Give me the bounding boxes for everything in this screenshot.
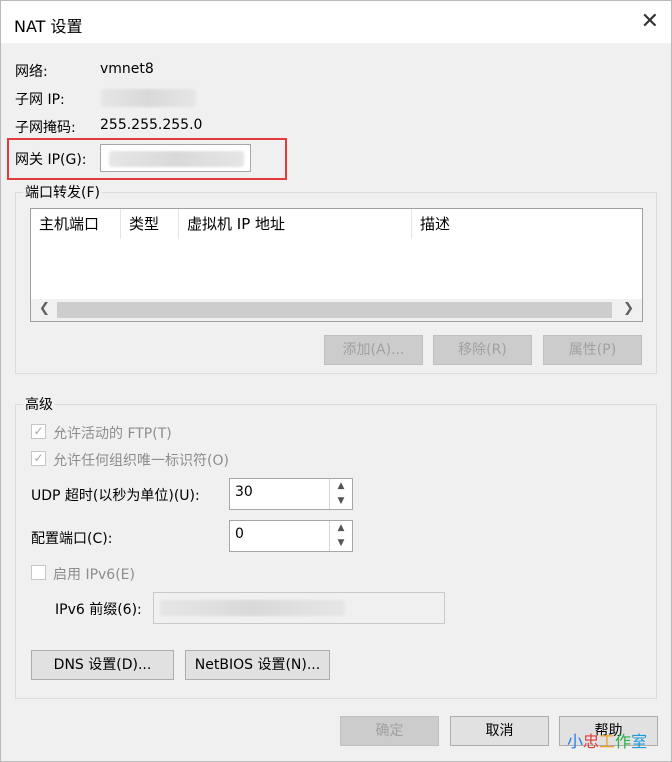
spin-up-icon[interactable]: ▲ bbox=[330, 479, 352, 494]
gateway-label: 网关 IP(G): bbox=[15, 152, 87, 168]
watermark-char: 作 bbox=[615, 734, 632, 751]
ipv6-prefix-input[interactable] bbox=[153, 592, 445, 624]
column-header-type[interactable]: 类型 bbox=[121, 209, 179, 239]
allow-ftp-checkbox[interactable]: ✓ bbox=[31, 424, 46, 439]
column-header-host-port[interactable]: 主机端口 bbox=[31, 209, 121, 239]
nat-settings-dialog: NAT 设置 ✕ 网络: vmnet8 子网 IP: 子网掩码: 255.255… bbox=[0, 0, 672, 762]
port-forwarding-table[interactable]: 主机端口 类型 虚拟机 IP 地址 描述 ❮ ❯ bbox=[30, 208, 643, 322]
udp-timeout-value[interactable]: 30 bbox=[235, 484, 253, 500]
column-header-vm-ip[interactable]: 虚拟机 IP 地址 bbox=[179, 209, 412, 239]
allow-ftp-label: 允许活动的 FTP(T) bbox=[53, 426, 172, 442]
allow-uuid-checkbox[interactable]: ✓ bbox=[31, 451, 46, 466]
ipv6-prefix-label: IPv6 前缀(6): bbox=[55, 602, 142, 618]
watermark-char: 忠 bbox=[583, 734, 600, 751]
subnet-ip-value-redacted bbox=[101, 89, 196, 107]
config-port-label: 配置端口(C): bbox=[31, 531, 113, 547]
spin-down-icon[interactable]: ▼ bbox=[330, 494, 352, 509]
netbios-settings-button[interactable]: NetBIOS 设置(N)... bbox=[185, 650, 330, 680]
title-bar: NAT 设置 ✕ bbox=[1, 1, 671, 43]
network-label: 网络: bbox=[15, 64, 48, 80]
dns-settings-button[interactable]: DNS 设置(D)... bbox=[31, 650, 174, 680]
ipv6-prefix-value-redacted bbox=[160, 600, 345, 616]
subnet-mask-label: 子网掩码: bbox=[15, 120, 76, 136]
enable-ipv6-checkbox[interactable] bbox=[31, 565, 46, 580]
advanced-title: 高级 bbox=[23, 394, 55, 414]
watermark-char: 室 bbox=[631, 734, 648, 751]
network-value: vmnet8 bbox=[100, 61, 154, 77]
close-icon[interactable]: ✕ bbox=[641, 9, 659, 34]
remove-button[interactable]: 移除(R) bbox=[433, 335, 532, 365]
horizontal-scrollbar[interactable]: ❮ ❯ bbox=[31, 299, 642, 321]
udp-timeout-spin-buttons: ▲ ▼ bbox=[329, 479, 352, 509]
scrollbar-thumb[interactable] bbox=[57, 302, 612, 318]
config-port-spin-buttons: ▲ ▼ bbox=[329, 521, 352, 551]
gateway-ip-value-redacted bbox=[109, 151, 244, 167]
window-title: NAT 设置 bbox=[14, 17, 83, 36]
watermark-char: 工 bbox=[599, 734, 616, 751]
udp-timeout-label: UDP 超时(以秒为单位)(U): bbox=[31, 488, 200, 504]
add-button[interactable]: 添加(A)... bbox=[324, 335, 423, 365]
subnet-ip-label: 子网 IP: bbox=[15, 92, 65, 108]
config-port-spinner[interactable]: 0 ▲ ▼ bbox=[229, 520, 353, 552]
config-port-value[interactable]: 0 bbox=[235, 526, 244, 542]
cancel-button[interactable]: 取消 bbox=[450, 716, 549, 746]
properties-button[interactable]: 属性(P) bbox=[543, 335, 642, 365]
ok-button[interactable]: 确定 bbox=[340, 716, 439, 746]
scroll-right-icon[interactable]: ❯ bbox=[623, 301, 634, 316]
watermark-char: 小 bbox=[567, 734, 584, 751]
udp-timeout-spinner[interactable]: 30 ▲ ▼ bbox=[229, 478, 353, 510]
spin-up-icon[interactable]: ▲ bbox=[330, 521, 352, 536]
subnet-mask-value: 255.255.255.0 bbox=[100, 117, 203, 133]
allow-uuid-label: 允许任何组织唯一标识符(O) bbox=[53, 453, 229, 469]
column-header-description[interactable]: 描述 bbox=[412, 209, 642, 239]
port-forwarding-title: 端口转发(F) bbox=[23, 182, 102, 202]
scroll-left-icon[interactable]: ❮ bbox=[39, 301, 50, 316]
enable-ipv6-label: 启用 IPv6(E) bbox=[53, 567, 135, 583]
gateway-ip-input[interactable] bbox=[100, 144, 251, 172]
watermark: 小忠工作室 bbox=[567, 728, 647, 752]
spin-down-icon[interactable]: ▼ bbox=[330, 536, 352, 551]
